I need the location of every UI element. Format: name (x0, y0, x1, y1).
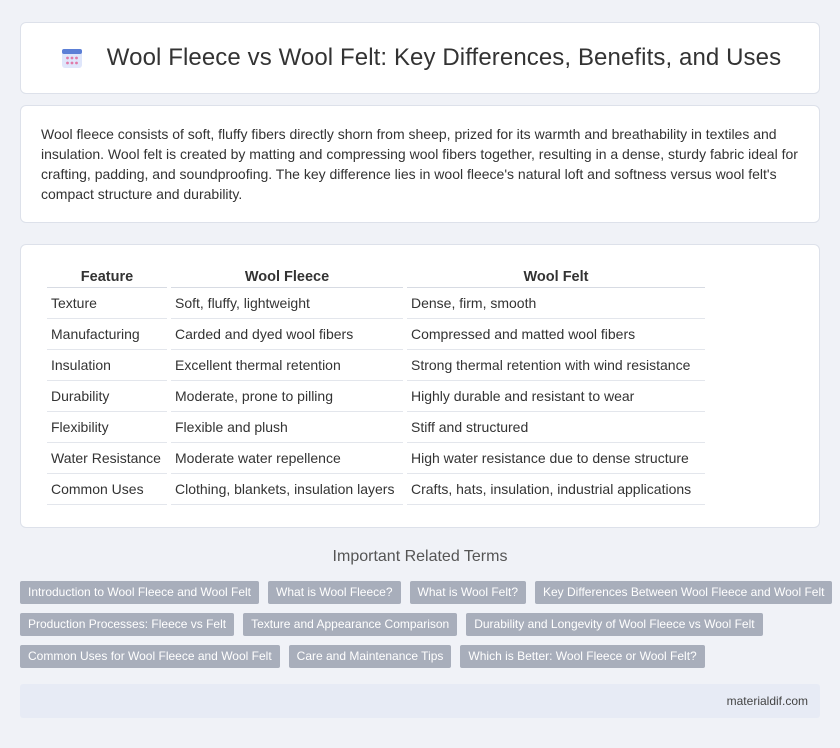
page-title: Wool Fleece vs Wool Felt: Key Difference… (106, 44, 782, 71)
related-term-link[interactable]: Key Differences Between Wool Fleece and … (535, 581, 833, 604)
fleece-cell: Flexible and plush (171, 412, 403, 443)
intro-card: Wool fleece consists of soft, fluffy fib… (20, 105, 820, 223)
related-terms-title: Important Related Terms (332, 548, 508, 565)
document-table-icon (59, 45, 85, 71)
header-inner: Wool Fleece vs Wool Felt: Key Difference… (59, 44, 781, 72)
related-term-link[interactable]: Common Uses for Wool Fleece and Wool Fel… (20, 645, 280, 668)
feature-cell: Texture (47, 288, 167, 319)
feature-cell: Insulation (47, 350, 167, 381)
fleece-cell: Excellent thermal retention (171, 350, 403, 381)
felt-cell: Stiff and structured (407, 412, 705, 443)
related-term-link[interactable]: What is Wool Fleece? (268, 581, 401, 604)
feature-cell: Manufacturing (47, 319, 167, 350)
comparison-table: Feature Wool Fleece Wool Felt Texture So… (43, 265, 709, 505)
table-row: Common Uses Clothing, blankets, insulati… (47, 474, 705, 505)
intro-paragraph: Wool fleece consists of soft, fluffy fib… (41, 126, 798, 202)
related-term-link[interactable]: What is Wool Felt? (409, 581, 526, 604)
column-header-wool-felt: Wool Felt (407, 265, 705, 288)
related-term-link[interactable]: Which is Better: Wool Fleece or Wool Fel… (460, 645, 705, 668)
table-row: Durability Moderate, prone to pilling Hi… (47, 381, 705, 412)
fleece-cell: Moderate, prone to pilling (171, 381, 403, 412)
fleece-cell: Clothing, blankets, insulation layers (171, 474, 403, 505)
comparison-table-card: Feature Wool Fleece Wool Felt Texture So… (20, 244, 820, 528)
fleece-cell: Soft, fluffy, lightweight (171, 288, 403, 319)
felt-cell: Compressed and matted wool fibers (407, 319, 705, 350)
related-term-link[interactable]: Care and Maintenance Tips (288, 645, 452, 668)
related-term-link[interactable]: Durability and Longevity of Wool Fleece … (466, 613, 763, 636)
related-terms-tags: Introduction to Wool Fleece and Wool Fel… (20, 581, 833, 677)
felt-cell: High water resistance due to dense struc… (407, 443, 705, 474)
related-term-link[interactable]: Production Processes: Fleece vs Felt (20, 613, 235, 636)
table-header-row: Feature Wool Fleece Wool Felt (47, 265, 705, 288)
tag-row: Production Processes: Fleece vs Felt Tex… (20, 613, 820, 636)
table-row: Manufacturing Carded and dyed wool fiber… (47, 319, 705, 350)
fleece-cell: Moderate water repellence (171, 443, 403, 474)
table-row: Texture Soft, fluffy, lightweight Dense,… (47, 288, 705, 319)
fleece-cell: Carded and dyed wool fibers (171, 319, 403, 350)
column-header-feature: Feature (47, 265, 167, 288)
tag-row: Common Uses for Wool Fleece and Wool Fel… (20, 645, 820, 668)
tag-row: Introduction to Wool Fleece and Wool Fel… (20, 581, 833, 604)
felt-cell: Strong thermal retention with wind resis… (407, 350, 705, 381)
felt-cell: Highly durable and resistant to wear (407, 381, 705, 412)
feature-cell: Common Uses (47, 474, 167, 505)
related-term-link[interactable]: Texture and Appearance Comparison (243, 613, 458, 636)
footer: materialdif.com (20, 684, 820, 718)
column-header-wool-fleece: Wool Fleece (171, 265, 403, 288)
feature-cell: Flexibility (47, 412, 167, 443)
felt-cell: Dense, firm, smooth (407, 288, 705, 319)
related-term-link[interactable]: Introduction to Wool Fleece and Wool Fel… (20, 581, 260, 604)
table-row: Insulation Excellent thermal retention S… (47, 350, 705, 381)
felt-cell: Crafts, hats, insulation, industrial app… (407, 474, 705, 505)
feature-cell: Durability (47, 381, 167, 412)
table-row: Water Resistance Moderate water repellen… (47, 443, 705, 474)
header-card: Wool Fleece vs Wool Felt: Key Difference… (20, 22, 820, 94)
table-row: Flexibility Flexible and plush Stiff and… (47, 412, 705, 443)
footer-site-name: materialdif.com (726, 694, 808, 708)
feature-cell: Water Resistance (47, 443, 167, 474)
